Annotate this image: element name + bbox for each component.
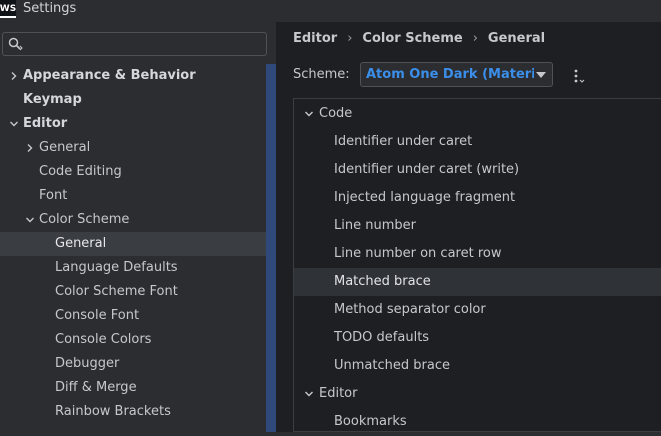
tree-item-label: Console Font xyxy=(55,308,140,323)
tree-item[interactable]: Appearance & Behavior xyxy=(0,64,266,88)
list-item-label: Editor xyxy=(319,386,358,401)
tree-item[interactable]: Console Colors xyxy=(0,328,266,352)
tree-item[interactable]: Debugger xyxy=(0,352,266,376)
list-item[interactable]: Identifier under caret xyxy=(294,128,661,156)
list-item-label: Line number xyxy=(334,218,416,233)
tree-item[interactable]: General xyxy=(0,232,266,256)
tree-item[interactable]: Code Editing xyxy=(0,160,266,184)
tree-item[interactable]: Diff & Merge xyxy=(0,376,266,400)
settings-sidebar: Appearance & Behavior Keymap Editor General… xyxy=(0,22,276,432)
list-item[interactable]: Identifier under caret (write) xyxy=(294,156,661,184)
tree-item-label: Language Defaults xyxy=(55,260,178,275)
breadcrumb: Editor › Color Scheme › General xyxy=(293,30,545,48)
breadcrumb-item[interactable]: Editor xyxy=(293,31,337,46)
settings-content: Editor › Color Scheme › General Scheme: Atom… xyxy=(293,22,661,432)
tree-item-label: Color Scheme Font xyxy=(55,284,178,299)
sidebar-scrollbar[interactable] xyxy=(266,64,276,432)
tree-item-label: Debugger xyxy=(55,356,120,371)
chevron-down-icon[interactable] xyxy=(303,100,315,128)
list-item-label: Identifier under caret xyxy=(334,134,473,149)
chevron-down-icon[interactable] xyxy=(8,112,20,136)
tree-item[interactable]: Keymap xyxy=(0,88,266,112)
list-item-label: Code xyxy=(319,106,353,121)
tree-item-label: Appearance & Behavior xyxy=(23,68,196,83)
list-item[interactable]: Unmatched brace xyxy=(294,352,661,380)
tree-item-label: General xyxy=(55,236,107,251)
list-item-label: Matched brace xyxy=(334,274,431,289)
color-scheme-element-list: Code Identifier under caret Identifier und… xyxy=(293,98,661,432)
more-options-icon[interactable] xyxy=(571,68,585,84)
list-item-label: Identifier under caret (write) xyxy=(334,162,520,177)
list-item-label: Injected language fragment xyxy=(334,190,516,205)
tree-item[interactable]: Console Font xyxy=(0,304,266,328)
webstorm-logo-icon: WS xyxy=(0,0,16,18)
tree-item-label: Font xyxy=(39,188,68,203)
search-field[interactable] xyxy=(2,32,267,56)
breadcrumb-item[interactable]: Color Scheme xyxy=(362,31,462,46)
tree-item-label: Color Scheme xyxy=(39,212,130,227)
tree-item-label: Console Colors xyxy=(55,332,152,347)
list-item[interactable]: Method separator color xyxy=(294,296,661,324)
tree-item-label: Rainbow Brackets xyxy=(55,404,171,419)
list-item[interactable]: Matched brace xyxy=(294,268,661,296)
search-icon xyxy=(8,37,23,51)
list-item[interactable]: Injected language fragment xyxy=(294,184,661,212)
tree-item-label: General xyxy=(39,140,91,155)
scheme-value: Atom One Dark (Material xyxy=(366,67,534,82)
chevron-right-icon: › xyxy=(472,31,478,46)
list-item[interactable]: TODO defaults xyxy=(294,324,661,352)
list-group-header[interactable]: Editor xyxy=(294,380,661,408)
window-title: Settings xyxy=(23,1,77,16)
list-group-header[interactable]: Code xyxy=(294,100,661,128)
tree-item[interactable]: Rainbow Brackets xyxy=(0,400,266,424)
list-item-label: Line number on caret row xyxy=(334,246,502,261)
tree-item[interactable]: Editor xyxy=(0,112,266,136)
dropdown-arrow-icon xyxy=(536,72,546,78)
panel-divider[interactable] xyxy=(276,22,293,432)
tree-item-label: Keymap xyxy=(23,92,82,107)
tree-item[interactable]: Font xyxy=(0,184,266,208)
chevron-down-icon[interactable] xyxy=(24,208,36,232)
logo-text: WS xyxy=(0,4,17,14)
list-item-label: TODO defaults xyxy=(334,330,430,345)
list-item[interactable]: Line number on caret row xyxy=(294,240,661,268)
tree-item[interactable]: Color Scheme Font xyxy=(0,280,266,304)
chevron-right-icon: › xyxy=(347,31,353,46)
tree-item[interactable]: General xyxy=(0,136,266,160)
tree-item[interactable]: Color Scheme xyxy=(0,208,266,232)
scheme-dropdown[interactable]: Atom One Dark (Material xyxy=(360,62,553,87)
tree-item-label: Editor xyxy=(23,116,68,131)
breadcrumb-item: General xyxy=(487,31,546,46)
list-item-label: Method separator color xyxy=(334,302,486,317)
tree-item-label: Code Editing xyxy=(39,164,122,179)
list-item[interactable]: Line number xyxy=(294,212,661,240)
list-item-label: Unmatched brace xyxy=(334,358,450,373)
tree-item-label: Diff & Merge xyxy=(55,380,137,395)
title-bar: WS Settings xyxy=(0,0,661,22)
scheme-label: Scheme: xyxy=(293,67,350,82)
chevron-right-icon[interactable] xyxy=(8,64,20,88)
tree-item[interactable]: Language Defaults xyxy=(0,256,266,280)
chevron-down-icon[interactable] xyxy=(303,380,315,408)
chevron-right-icon[interactable] xyxy=(24,136,36,160)
